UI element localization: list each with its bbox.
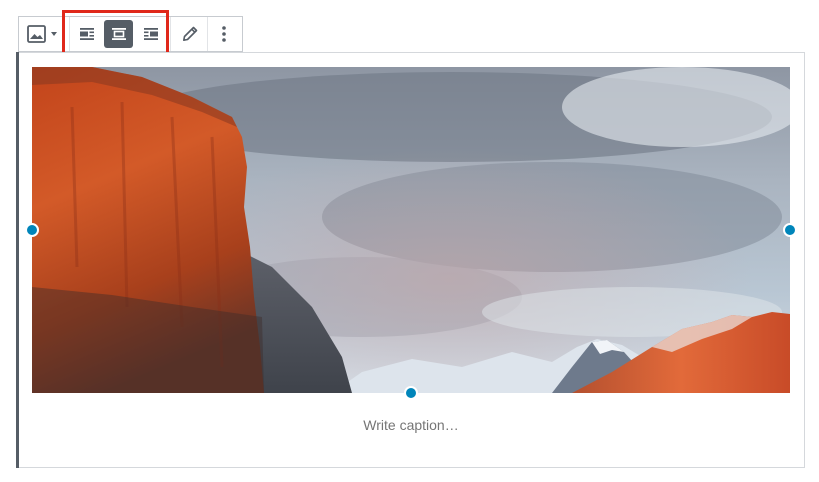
toolbar-separator — [69, 17, 70, 51]
toolbar-separator — [207, 17, 208, 51]
resize-handle-right[interactable] — [783, 223, 797, 237]
edit-image-button[interactable] — [175, 17, 205, 51]
toolbar-separator — [170, 17, 171, 51]
more-options-button[interactable] — [209, 17, 239, 51]
image-icon — [27, 25, 57, 43]
align-left-button[interactable] — [72, 17, 101, 51]
change-image-type-button[interactable] — [22, 17, 64, 51]
resize-handle-bottom[interactable] — [404, 386, 418, 400]
landscape-photo — [32, 67, 790, 393]
resize-handle-left[interactable] — [25, 223, 39, 237]
align-center-button[interactable] — [104, 17, 133, 51]
block-toolbar — [18, 16, 243, 52]
pencil-icon — [183, 26, 198, 41]
align-center-icon — [111, 28, 126, 40]
vertical-ellipsis-icon — [222, 26, 226, 42]
block-image[interactable] — [32, 67, 790, 393]
block-selected-indicator — [16, 52, 19, 468]
align-right-icon — [143, 28, 158, 40]
caret-down-icon — [51, 32, 57, 36]
align-right-button[interactable] — [136, 17, 165, 51]
align-left-icon — [79, 28, 94, 40]
caption-input[interactable] — [32, 417, 790, 433]
